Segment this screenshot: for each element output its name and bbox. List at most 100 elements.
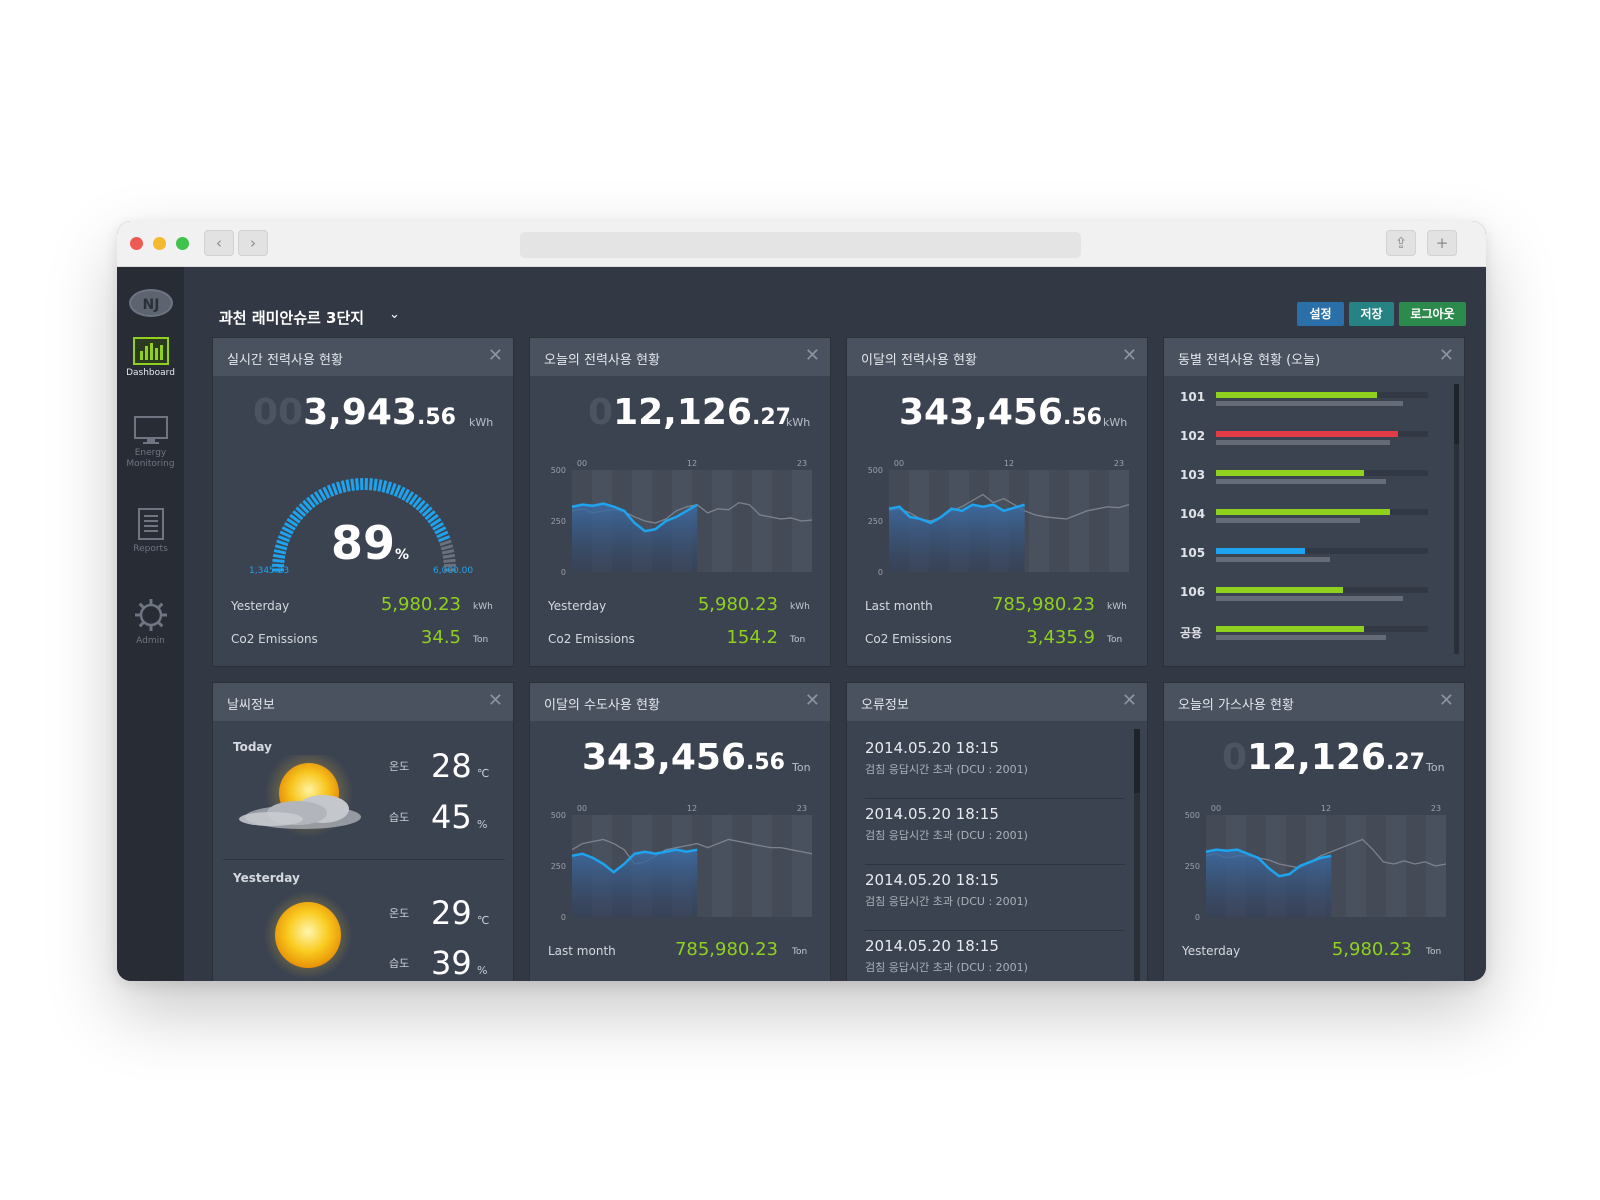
grid-column xyxy=(1069,470,1089,572)
grid-column xyxy=(732,815,752,917)
grid-column xyxy=(792,815,812,917)
sidebar-item-reports[interactable]: Reports xyxy=(117,507,184,555)
unit-bar-today xyxy=(1216,431,1399,437)
close-icon[interactable]: ✕ xyxy=(805,345,820,367)
grid-column xyxy=(1386,815,1406,917)
back-icon[interactable]: ‹ xyxy=(204,230,234,256)
unit-bar-today xyxy=(1216,470,1365,476)
save-button[interactable]: 저장 xyxy=(1349,302,1394,326)
panel-header: 동별 전력사용 현황 (오늘) ✕ xyxy=(1164,338,1464,376)
address-bar[interactable] xyxy=(520,232,1081,258)
panel-header: 오늘의 전력사용 현황 ✕ xyxy=(530,338,830,376)
panel-title: 이달의 전력사용 현황 xyxy=(861,353,977,368)
maximize-window-button[interactable] xyxy=(176,237,189,250)
document-icon xyxy=(137,508,164,540)
y-tick-label: 250 xyxy=(868,517,883,526)
stat-unit: Ton xyxy=(473,635,489,645)
gas-usage-chart: 500250000 12 23 xyxy=(1185,804,1447,922)
error-list-item[interactable]: 2014.05.20 18:15 검침 응답시간 초과 (DCU : 2001) xyxy=(865,937,1125,981)
humidity-unit: % xyxy=(477,964,488,977)
new-tab-icon[interactable]: + xyxy=(1427,230,1457,256)
scrollbar-thumb[interactable] xyxy=(1134,729,1140,793)
stat-unit: kWh xyxy=(1107,602,1127,612)
panel-weather: 날씨정보 ✕ Today 온도 28 ℃ 습도 45 % Yesterday 온… xyxy=(212,682,514,981)
panel-title: 오늘의 가스사용 현황 xyxy=(1178,698,1294,713)
settings-button[interactable]: 설정 xyxy=(1297,302,1344,326)
gas-value-integer: 12,126 xyxy=(1247,737,1386,778)
gauge-tick xyxy=(355,478,360,491)
gas-value: 012,126.27 xyxy=(1222,737,1425,778)
monitor-icon xyxy=(133,416,168,444)
yesterday-temperature: 29 xyxy=(431,894,472,932)
y-tick-label: 500 xyxy=(868,466,883,475)
unit-bar-label: 공용 xyxy=(1180,626,1203,640)
logout-button[interactable]: 로그아웃 xyxy=(1399,302,1466,326)
close-icon[interactable]: ✕ xyxy=(488,690,503,712)
unit-bar-label: 103 xyxy=(1180,468,1206,482)
gauge-tick xyxy=(340,480,347,493)
close-icon[interactable]: ✕ xyxy=(1439,345,1454,367)
y-tick-label: 500 xyxy=(1185,811,1200,820)
error-list-item[interactable]: 2014.05.20 18:15 검침 응답시간 초과 (DCU : 2001) xyxy=(865,871,1125,931)
stat-label: Yesterday xyxy=(1182,944,1241,958)
x-tick-label: 00 xyxy=(577,459,587,468)
unit-bar-today xyxy=(1216,548,1306,554)
gauge-tick xyxy=(377,479,383,492)
scrollbar-thumb[interactable] xyxy=(1454,384,1459,444)
gauge-tick xyxy=(336,481,343,494)
grid-column xyxy=(772,815,792,917)
month-power-chart: 500250000 12 23 xyxy=(868,459,1130,577)
close-icon[interactable]: ✕ xyxy=(488,345,503,367)
panel-water-usage: 이달의 수도사용 현황 ✕ 343,456.56 Ton 500 250 0 00 12… xyxy=(529,682,831,981)
stat-label: Last month xyxy=(548,944,616,958)
sidebar-item-label: Dashboard xyxy=(126,368,175,378)
forward-icon[interactable]: › xyxy=(238,230,268,256)
site-selector-label[interactable]: 과천 래미안슈르 3단지 xyxy=(219,307,364,328)
close-icon[interactable]: ✕ xyxy=(1122,345,1137,367)
stat-value: 785,980.23 xyxy=(991,594,1095,615)
gauge-tick xyxy=(350,478,355,491)
unit-bar-today xyxy=(1216,392,1378,398)
x-tick-label: 12 xyxy=(1004,459,1014,468)
sidebar-item-energy-monitoring[interactable]: Energy Monitoring xyxy=(117,415,184,470)
today-label: Today xyxy=(233,740,272,754)
panel-header: 실시간 전력사용 현황 ✕ xyxy=(213,338,513,376)
close-icon[interactable]: ✕ xyxy=(1122,690,1137,712)
error-list-item[interactable]: 2014.05.20 18:15 검침 응답시간 초과 (DCU : 2001) xyxy=(865,739,1125,799)
ghost-digits: 0 xyxy=(1222,737,1248,778)
share-icon[interactable]: ⇪ xyxy=(1386,230,1416,256)
temperature-label: 온도 xyxy=(389,907,410,920)
grid-column xyxy=(752,815,772,917)
yesterday-label: Yesterday xyxy=(233,871,300,885)
unit-bar-compare xyxy=(1216,401,1403,406)
x-tick-label: 12 xyxy=(1321,804,1331,813)
error-message: 검침 응답시간 초과 (DCU : 2001) xyxy=(865,829,1028,842)
stat-value: 154.2 xyxy=(726,627,778,648)
error-message: 검침 응답시간 초과 (DCU : 2001) xyxy=(865,895,1028,908)
browser-window: ‹ › ⇪ + NJ Dashboard Energy Monitoring R… xyxy=(117,221,1486,981)
x-tick-label: 23 xyxy=(1114,459,1124,468)
stat-label: Yesterday xyxy=(548,599,607,613)
stat-label: Co2 Emissions xyxy=(865,632,952,646)
unit-bar-today xyxy=(1216,626,1365,632)
scrollbar-track[interactable] xyxy=(1134,729,1140,981)
water-value-decimal: .56 xyxy=(745,750,785,775)
scrollbar-track[interactable] xyxy=(1454,384,1459,654)
grid-column xyxy=(712,815,732,917)
y-tick-label: 0 xyxy=(561,913,566,922)
close-icon[interactable]: ✕ xyxy=(805,690,820,712)
sun-icon xyxy=(264,891,352,979)
gauge-tick xyxy=(331,482,339,496)
close-icon[interactable]: ✕ xyxy=(1439,690,1454,712)
grid-column xyxy=(1346,815,1366,917)
sidebar-item-admin[interactable]: Admin xyxy=(117,597,184,647)
x-tick-label: 00 xyxy=(577,804,587,813)
minimize-window-button[interactable] xyxy=(153,237,166,250)
chevron-down-icon[interactable]: ⌄ xyxy=(389,307,400,322)
gear-icon xyxy=(134,599,167,631)
humidity-unit: % xyxy=(477,818,488,831)
realtime-unit: kWh xyxy=(469,416,494,429)
error-list-item[interactable]: 2014.05.20 18:15 검침 응답시간 초과 (DCU : 2001) xyxy=(865,805,1125,865)
close-window-button[interactable] xyxy=(130,237,143,250)
sidebar-item-dashboard[interactable]: Dashboard xyxy=(117,337,184,379)
